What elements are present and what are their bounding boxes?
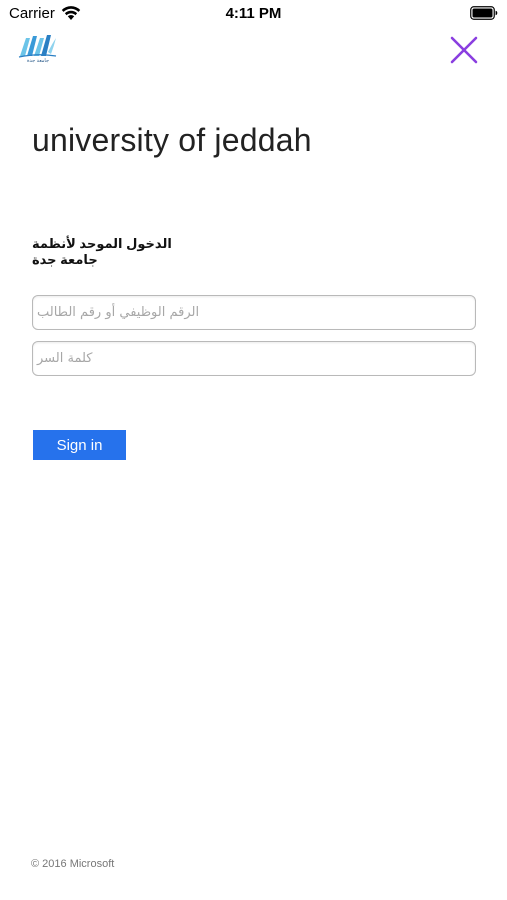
university-logo-icon: جامعة جدة <box>18 32 58 68</box>
status-bar: Carrier 4:11 PM <box>0 0 507 28</box>
close-button[interactable] <box>446 33 482 67</box>
page-title: university of jeddah <box>32 122 312 158</box>
page-subtitle: الدخول الموحد لأنظمة جامعة جدة <box>32 236 172 267</box>
logo-mark <box>18 35 57 58</box>
logo-caption: جامعة جدة <box>26 58 50 64</box>
login-page: Carrier 4:11 PM جامعة جدة university of … <box>0 0 507 900</box>
sign-in-button[interactable]: Sign in <box>33 430 126 460</box>
username-field[interactable] <box>32 295 476 330</box>
copyright-footer: © 2016 Microsoft <box>31 858 115 870</box>
status-time: 4:11 PM <box>225 5 282 22</box>
close-icon <box>450 36 478 64</box>
battery-full-icon <box>470 6 498 20</box>
password-field[interactable] <box>32 341 476 376</box>
